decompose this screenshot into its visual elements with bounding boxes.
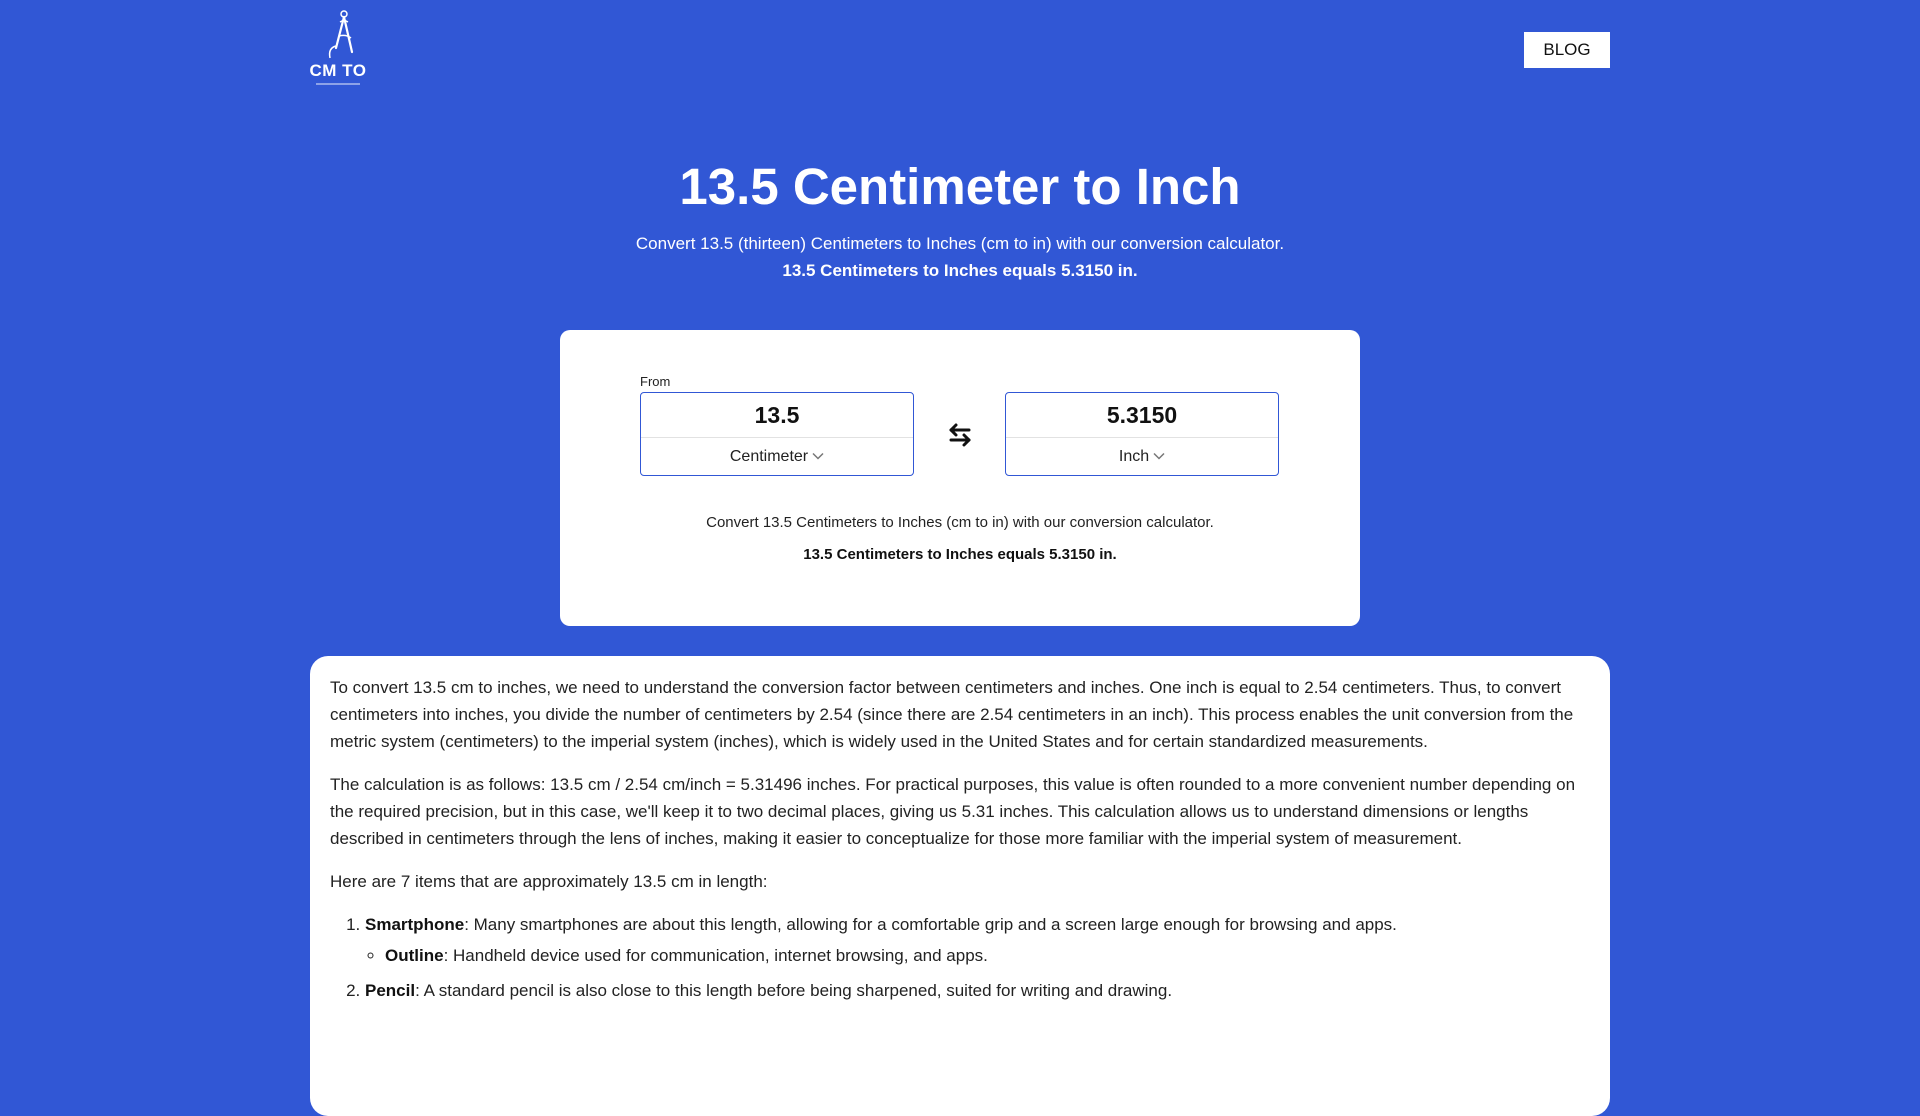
page-title: 13.5 Centimeter to Inch [679,158,1241,215]
to-value-input[interactable]: 5.3150 [1006,393,1278,438]
to-unit-select[interactable]: Inch [1006,438,1278,476]
list-item: Smartphone: Many smartphones are about t… [365,911,1590,969]
blog-button[interactable]: BLOG [1524,32,1610,68]
article-content: To convert 13.5 cm to inches, we need to… [310,656,1610,1116]
swap-arrows-icon [949,423,971,447]
converter-description: Convert 13.5 Centimeters to Inches (cm t… [706,514,1214,531]
list-item: Pencil: A standard pencil is also close … [365,977,1590,1004]
item-name: Pencil [365,981,416,1000]
sublist-item: Outline: Handheld device used for commun… [385,942,1590,969]
article-paragraph: The calculation is as follows: 13.5 cm /… [330,775,1576,848]
from-value-input[interactable]: 13.5 [641,393,913,438]
hero-section: 13.5 Centimeter to Inch Convert 13.5 (th… [0,152,1920,284]
item-sublist: Outline: Handheld device used for commun… [365,942,1590,969]
logo-tagline [316,83,360,85]
site-logo[interactable]: CM TO [306,8,370,90]
item-name: Smartphone [365,915,465,934]
converter-card: From 13.5 Centimeter 5.3150 Inch Convert… [560,330,1360,626]
outline-label: Outline [385,946,444,965]
items-list: Smartphone: Many smartphones are about t… [330,911,1590,1004]
article-paragraph: To convert 13.5 cm to inches, we need to… [330,678,1574,751]
to-unit-label: Inch [1118,448,1150,465]
hero-result: 13.5 Centimeters to Inches equals 5.3150… [782,261,1138,280]
from-label: From [640,374,671,389]
site-header: CM TO BLOG [0,0,1920,110]
article-paragraph: Here are 7 items that are approximately … [330,872,768,891]
swap-units-button[interactable] [945,420,975,450]
outline-text: : Handheld device used for communication… [443,946,988,965]
compass-logo-icon [328,10,354,59]
chevron-down-icon [812,452,824,460]
item-text: : Many smartphones are about this length… [464,915,1397,934]
hero-subtitle: Convert 13.5 (thirteen) Centimeters to I… [635,234,1285,253]
from-unit-select[interactable]: Centimeter [641,438,913,476]
converter-result: 13.5 Centimeters to Inches equals 5.3150… [803,546,1117,563]
chevron-down-icon [1153,452,1165,460]
from-unit-box: 13.5 Centimeter [640,392,914,476]
item-text: : A standard pencil is also close to thi… [415,981,1173,1000]
from-unit-label: Centimeter [729,448,809,465]
to-unit-box: 5.3150 Inch [1005,392,1279,476]
logo-text: CM TO [309,61,367,80]
